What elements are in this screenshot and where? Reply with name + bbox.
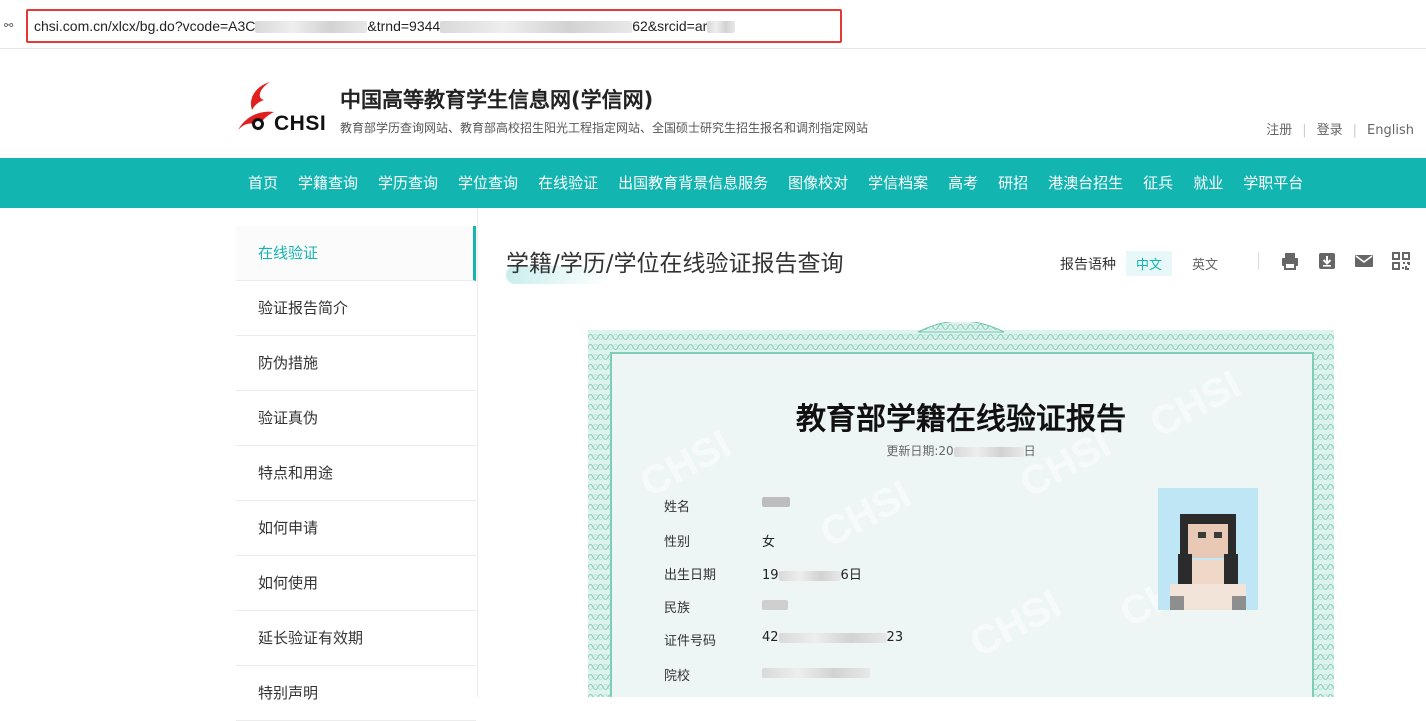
sidebar: 在线验证 验证报告简介 防伪措施 验证真伪 特点和用途 如何申请 如何使用 延长…	[236, 226, 476, 721]
sidebar-item-how-to-apply[interactable]: 如何申请	[236, 501, 476, 556]
update-date: 更新日期:20 日	[886, 444, 1036, 458]
tools-divider	[1258, 252, 1259, 270]
nav-employment[interactable]: 就业	[1183, 158, 1233, 208]
site-title: 中国高等教育学生信息网(学信网)	[340, 88, 654, 112]
nav-degree-query[interactable]: 学位查询	[448, 158, 528, 208]
field-label-birthdate: 出生日期	[664, 568, 717, 583]
field-label-id-number: 证件号码	[664, 634, 717, 649]
browser-address-bar: ⚯ chsi.com.cn/xlcx/bg.do?vcode=A3C &trnd=…	[0, 0, 1426, 49]
mail-icon[interactable]	[1353, 250, 1375, 272]
field-label-gender: 性别	[664, 535, 691, 550]
verification-report: CHSI CHSI CHSI CHSI CHSI CHSI 教育部学籍在线验证报…	[588, 322, 1334, 697]
nav-overseas-service[interactable]: 出国教育背景信息服务	[608, 158, 778, 208]
main-nav: 首页 学籍查询 学历查询 学位查询 在线验证 出国教育背景信息服务 图像校对 学…	[0, 158, 1426, 208]
register-link[interactable]: 注册	[1266, 123, 1292, 138]
sidebar-item-extend-validity[interactable]: 延长验证有效期	[236, 611, 476, 666]
sidebar-item-how-to-use[interactable]: 如何使用	[236, 556, 476, 611]
english-link[interactable]: English	[1367, 123, 1414, 138]
sidebar-item-report-intro[interactable]: 验证报告简介	[236, 281, 476, 336]
download-icon[interactable]	[1316, 250, 1338, 272]
nav-home[interactable]: 首页	[238, 158, 288, 208]
sidebar-item-online-verify[interactable]: 在线验证	[236, 226, 476, 281]
report-language-bar: 报告语种 中文 英文	[1060, 251, 1228, 276]
nav-gaokao[interactable]: 高考	[938, 158, 988, 208]
nav-online-verify[interactable]: 在线验证	[528, 158, 608, 208]
lang-english-button[interactable]: 英文	[1182, 251, 1228, 276]
report-tools	[1258, 250, 1426, 272]
nav-degree-record-query[interactable]: 学历查询	[368, 158, 448, 208]
sidebar-item-verify-authenticity[interactable]: 验证真伪	[236, 391, 476, 446]
field-value-id-number: 42 23	[762, 630, 904, 645]
print-icon[interactable]	[1279, 250, 1301, 272]
field-value-school	[762, 665, 870, 680]
sidebar-divider	[477, 208, 478, 697]
lang-chinese-button[interactable]: 中文	[1126, 251, 1173, 276]
field-value-ethnicity	[762, 597, 788, 612]
url-input[interactable]: chsi.com.cn/xlcx/bg.do?vcode=A3C &trnd=93…	[26, 9, 842, 43]
top-links: 注册 | 登录 | English	[1266, 123, 1414, 138]
nav-image-check[interactable]: 图像校对	[778, 158, 858, 208]
chsi-logo-icon[interactable]	[236, 80, 276, 132]
field-value-name	[762, 494, 790, 509]
field-value-birthdate: 19 6日	[762, 568, 862, 583]
nav-career-platform[interactable]: 学职平台	[1233, 158, 1313, 208]
field-value-gender: 女	[762, 535, 776, 550]
student-photo	[1158, 488, 1258, 610]
report-language-label: 报告语种	[1060, 256, 1116, 273]
nav-hkmt-admission[interactable]: 港澳台招生	[1038, 158, 1133, 208]
field-label-school: 院校	[664, 669, 691, 684]
nav-enrollment-query[interactable]: 学籍查询	[288, 158, 368, 208]
nav-grad-admission[interactable]: 研招	[988, 158, 1038, 208]
url-text: chsi.com.cn/xlcx/bg.do?vcode=A3C &trnd=93…	[34, 18, 736, 34]
login-link[interactable]: 登录	[1317, 123, 1343, 138]
nav-conscription[interactable]: 征兵	[1133, 158, 1183, 208]
logo-text: CHSI	[274, 112, 327, 135]
sidebar-item-disclaimer[interactable]: 特别声明	[236, 666, 476, 721]
report-title: 教育部学籍在线验证报告	[796, 402, 1126, 437]
field-label-ethnicity: 民族	[664, 601, 691, 616]
site-subtitle: 教育部学历查询网站、教育部高校招生阳光工程指定网站、全国硕士研究生招生报名和调剂…	[340, 121, 869, 135]
qrcode-icon[interactable]	[1390, 250, 1412, 272]
nav-archive[interactable]: 学信档案	[858, 158, 938, 208]
field-label-name: 姓名	[664, 500, 691, 515]
sidebar-item-anti-fake[interactable]: 防伪措施	[236, 336, 476, 391]
page-title: 学籍/学历/学位在线验证报告查询	[506, 251, 844, 277]
sidebar-item-features[interactable]: 特点和用途	[236, 446, 476, 501]
site-info-icon[interactable]: ⚯	[4, 19, 13, 32]
